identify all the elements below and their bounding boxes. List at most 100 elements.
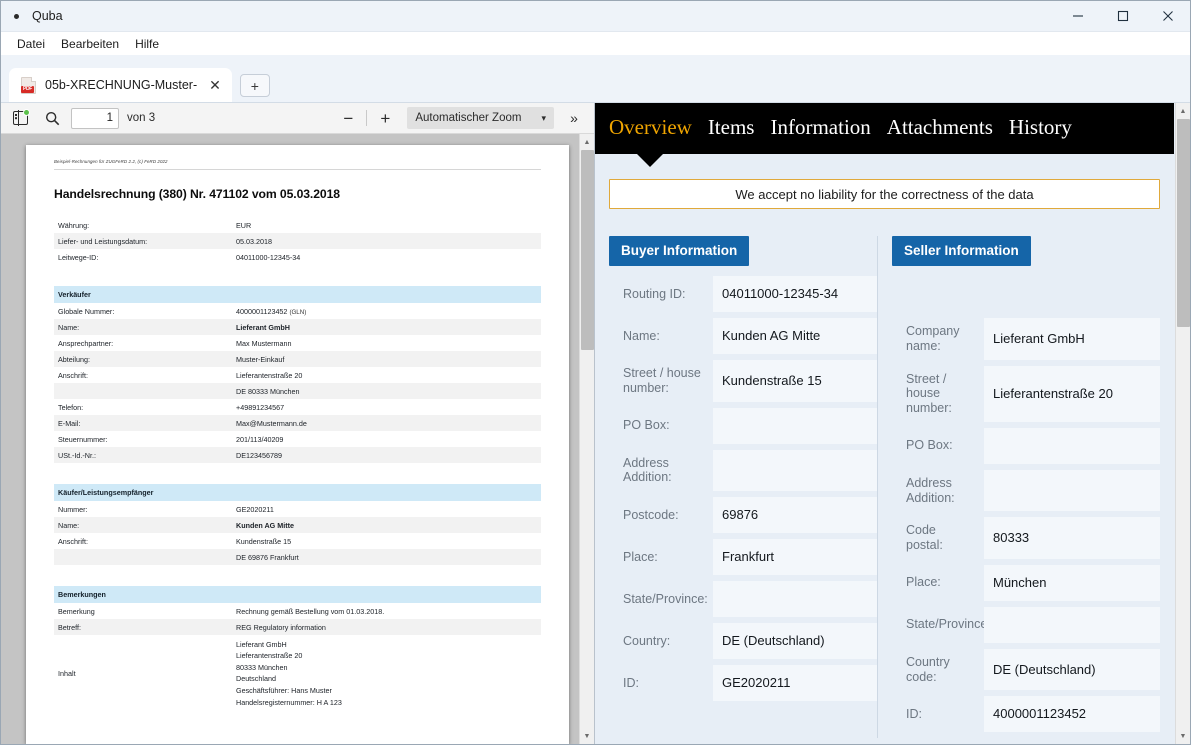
field-label: Routing ID: (623, 286, 686, 301)
field-value[interactable]: Kundenstraße 15 (713, 360, 877, 402)
seller-key: Telefon: (58, 402, 84, 412)
tab-information[interactable]: Information (770, 117, 870, 140)
field-value[interactable] (984, 606, 1160, 643)
list-item: State/Province: (609, 581, 877, 617)
pdf-seller-table: Verkäufer Globale Nummer: 4000001123452 … (54, 286, 541, 463)
tab-history[interactable]: History (1009, 117, 1072, 140)
summary-value: 05.03.2018 (232, 233, 541, 249)
field-value[interactable]: Lieferantenstraße 20 (984, 365, 1160, 422)
field-value[interactable] (984, 427, 1160, 464)
menu-item-datei[interactable]: Datei (10, 34, 52, 54)
pdf-buyer-table: Käufer/Leistungsempfänger Nummer: GE2020… (54, 484, 541, 565)
field-label: Code postal: (906, 523, 943, 552)
field-value[interactable] (984, 469, 1160, 512)
field-label: Country: (623, 633, 671, 648)
new-tab-button[interactable]: + (239, 74, 270, 97)
menu-item-hilfe[interactable]: Hilfe (128, 34, 166, 54)
table-row: E-Mail: Max@Mustermann.de (54, 415, 541, 431)
field-value[interactable]: 04011000-12345-34 (713, 276, 877, 312)
seller-key: Ansprechpartner: (58, 338, 114, 348)
remarks-section-title-spacer (232, 586, 541, 603)
field-value[interactable] (713, 449, 877, 491)
tab-items[interactable]: Items (708, 117, 755, 140)
list-item: ID: 4000001123452 (892, 696, 1160, 733)
zoom-level-select[interactable]: Automatischer Zoom ▾ (407, 107, 554, 129)
buyer-key: Anschrift: (58, 536, 88, 546)
scroll-up-icon[interactable]: ▲ (580, 134, 595, 150)
document-tab[interactable]: PDF 05b-XRECHNUNG-Muster- ✕ (9, 68, 232, 102)
menu-item-bearbeiten[interactable]: Bearbeiten (54, 34, 126, 54)
field-value[interactable]: DE (Deutschland) (713, 623, 877, 659)
maximize-button[interactable] (1100, 1, 1145, 32)
field-label: Name: (623, 328, 660, 343)
pdf-scrollbar-track[interactable] (580, 150, 595, 728)
zoom-level-label: Automatischer Zoom (415, 112, 522, 124)
zoom-in-button[interactable]: + (373, 106, 397, 130)
detail-scrollbar-track[interactable] (1176, 119, 1191, 728)
more-tools-button[interactable]: » (560, 106, 588, 130)
pdf-remarks-table: Bemerkungen Bemerkung Rechnung gemäß Bes… (54, 586, 541, 712)
buyer-key: Name: (54, 517, 232, 533)
table-row: Anschrift: Lieferantenstraße 20 (54, 367, 541, 383)
detail-scrollbar[interactable]: ▲ ▼ (1175, 103, 1190, 744)
scroll-down-icon[interactable]: ▼ (580, 728, 595, 744)
field-label: Place: (906, 575, 941, 590)
page-count-label: von 3 (127, 112, 156, 124)
pdf-scrollbar-thumb[interactable] (580, 150, 594, 350)
tab-overview[interactable]: Overview (609, 117, 692, 140)
remarks-section-title: Bemerkungen (54, 586, 232, 603)
table-row: DE 80333 München (54, 383, 541, 399)
field-label: Company name: (906, 324, 960, 353)
field-value[interactable] (713, 407, 877, 444)
liability-notice: We accept no liability for the correctne… (609, 179, 1160, 209)
seller-key: Anschrift: (58, 370, 88, 380)
app-icon (14, 13, 19, 19)
field-label: Address Addition: (623, 455, 672, 485)
page-number-input[interactable] (71, 107, 119, 129)
section-header-row: Verkäufer (54, 286, 541, 303)
field-value[interactable]: 69876 (713, 497, 877, 533)
detail-nav-tabs: Overview Items Information Attachments H… (595, 103, 1174, 167)
list-item: State/Province: (892, 606, 1160, 643)
close-icon[interactable]: ✕ (206, 77, 224, 93)
buyer-value: DE 69876 Frankfurt (232, 549, 541, 565)
field-value[interactable] (713, 581, 877, 617)
application-window: Quba Datei Bearbeiten Hilfe PDF 05b-XREC… (0, 0, 1191, 745)
field-value[interactable]: 80333 (984, 517, 1160, 559)
detail-scrollbar-thumb[interactable] (1176, 119, 1190, 327)
detail-pane: Overview Items Information Attachments H… (595, 103, 1190, 744)
field-value[interactable]: Lieferant GmbH (984, 318, 1160, 360)
seller-section-title: Verkäufer (54, 286, 232, 303)
scroll-up-icon[interactable]: ▲ (1176, 103, 1191, 119)
field-value[interactable]: Kunden AG Mitte (713, 318, 877, 354)
list-item: Routing ID: 04011000-12345-34 (609, 276, 877, 312)
field-value[interactable]: Frankfurt (713, 539, 877, 575)
table-row: DE 69876 Frankfurt (54, 549, 541, 565)
sidebar-toggle-button[interactable] (7, 106, 33, 130)
search-button[interactable] (39, 106, 65, 130)
table-row: Bemerkung Rechnung gemäß Bestellung vom … (54, 603, 541, 619)
minimize-button[interactable] (1055, 1, 1100, 32)
field-value[interactable]: DE (Deutschland) (984, 648, 1160, 691)
field-value[interactable]: GE2020211 (713, 665, 877, 701)
pdf-viewport[interactable]: Beispiel-Rechnungen für ZUGFeRD 2.2, (c)… (1, 134, 594, 744)
seller-value: 4000001123452 (GLN) (236, 306, 307, 316)
scroll-down-icon[interactable]: ▼ (1176, 728, 1191, 744)
list-item: Postcode: 69876 (609, 497, 877, 533)
list-item: Country: DE (Deutschland) (609, 623, 877, 659)
field-label: State/Province: (623, 591, 708, 606)
pdf-scrollbar[interactable]: ▲ ▼ (579, 134, 594, 744)
close-button[interactable] (1145, 1, 1190, 32)
window-title: Quba (32, 9, 63, 23)
list-item: Address Addition: (892, 469, 1160, 512)
field-value[interactable]: 4000001123452 (984, 696, 1160, 733)
seller-information-card: Seller Information Company name: Liefera… (877, 236, 1160, 739)
zoom-out-button[interactable]: − (336, 106, 360, 130)
tab-attachments[interactable]: Attachments (887, 117, 993, 140)
buyer-value: Kundenstraße 15 (236, 536, 292, 546)
pdf-source-note: Beispiel-Rechnungen für ZUGFeRD 2.2, (c)… (54, 159, 168, 164)
field-value[interactable]: München (984, 564, 1160, 601)
table-row: Betreff: REG Regulatory information (54, 619, 541, 635)
